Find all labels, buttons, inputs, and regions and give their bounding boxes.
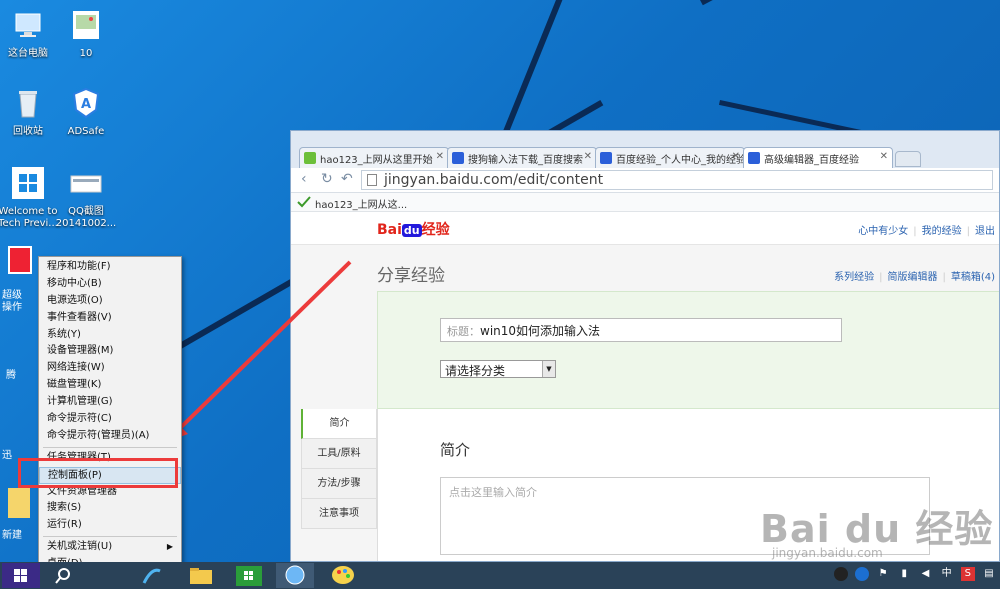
- folder-icon[interactable]: [8, 488, 30, 518]
- menu-item-shutdown[interactable]: 关机或注销(U) ▶: [39, 539, 181, 556]
- taskbar-explorer[interactable]: [182, 563, 220, 588]
- tab-advanced-editor[interactable]: 高级编辑器_百度经验 ✕: [743, 147, 893, 168]
- menu-item-network[interactable]: 网络连接(W): [39, 360, 181, 377]
- address-bar[interactable]: jingyan.baidu.com/edit/content: [361, 170, 993, 190]
- browser-globe-icon: [285, 565, 305, 585]
- adsafe-tray-icon[interactable]: [854, 567, 869, 581]
- image-file-icon: [73, 11, 99, 39]
- menu-item-computer-management[interactable]: 计算机管理(G): [39, 394, 181, 411]
- menu-separator: [43, 536, 177, 538]
- tab-notes[interactable]: 注意事项: [301, 499, 377, 529]
- simple-editor-link[interactable]: 简版编辑器: [887, 272, 937, 283]
- start-button[interactable]: [2, 563, 40, 588]
- menu-item-command-prompt[interactable]: 命令提示符(C): [39, 411, 181, 428]
- volume-icon[interactable]: ◀: [918, 567, 932, 581]
- hao123-icon: [297, 196, 311, 208]
- baidu-paw-icon: [600, 152, 612, 164]
- windows-logo-icon: [12, 167, 44, 199]
- desktop-icon-adsafe[interactable]: A ADSafe: [46, 86, 126, 138]
- menu-item-disk-management[interactable]: 磁盘管理(K): [39, 377, 181, 394]
- bookmarks-bar: hao123_上网从这...: [291, 193, 999, 212]
- taskbar: ⚑ ▮ ◀ 中 S ▤: [0, 562, 1000, 589]
- category-select[interactable]: 请选择分类 ▼: [440, 360, 556, 378]
- series-link[interactable]: 系列经验: [834, 272, 874, 283]
- wallpaper-beam: [700, 0, 1000, 6]
- tab-hao123[interactable]: hao123_上网从这里开始 ✕: [299, 147, 449, 168]
- close-icon[interactable]: ✕: [436, 151, 444, 162]
- menu-item-search[interactable]: 搜索(S): [39, 500, 181, 517]
- palette-icon: [332, 566, 354, 584]
- ime-indicator[interactable]: 中: [940, 567, 954, 581]
- username-link[interactable]: 心中有少女: [858, 226, 908, 237]
- desktop-icon-partial[interactable]: [8, 246, 32, 274]
- system-tray: ⚑ ▮ ◀ 中 S ▤: [830, 567, 996, 585]
- menu-item-mobility-center[interactable]: 移动中心(B): [39, 276, 181, 293]
- tab-steps[interactable]: 方法/步骤: [301, 469, 377, 499]
- menu-separator: [43, 446, 177, 448]
- folder-icon: [190, 568, 212, 584]
- annotation-highlight-box: [18, 458, 178, 488]
- logout-link[interactable]: 退出: [975, 226, 995, 237]
- search-icon: [55, 568, 70, 584]
- chevron-down-icon: ▼: [542, 361, 555, 377]
- desktop-icon-qq-screenshot[interactable]: QQ截图 20141002...: [46, 166, 126, 230]
- baidu-paw-icon: [452, 152, 464, 164]
- recycle-bin-icon: [19, 91, 37, 118]
- computer-icon: [15, 13, 41, 37]
- notification-icon[interactable]: ▤: [982, 567, 996, 581]
- site-header: Bai du 经验 心中有少女 | 我的经验 | 退出: [291, 213, 999, 245]
- taskbar-ie[interactable]: [132, 563, 170, 588]
- drafts-link[interactable]: 草稿箱(4): [951, 272, 995, 283]
- desktop-icon-10[interactable]: 10: [46, 8, 126, 60]
- flag-icon[interactable]: ⚑: [876, 567, 890, 581]
- windows-logo-icon: [14, 569, 27, 582]
- store-icon: [236, 566, 262, 586]
- hao123-icon: [304, 152, 316, 164]
- editor-header-panel: 标题：win10如何添加输入法 请选择分类 ▼: [377, 291, 999, 409]
- menu-item-run[interactable]: 运行(R): [39, 517, 181, 534]
- tab-bar: hao123_上网从这里开始 ✕ 搜狗输入法下载_百度搜索 ✕ 百度经验_个人中…: [291, 131, 999, 168]
- taskbar-store[interactable]: [230, 563, 268, 588]
- context-menu: 程序和功能(F) 移动中心(B) 电源选项(O) 事件查看器(V) 系统(Y) …: [38, 256, 182, 576]
- network-icon[interactable]: ▮: [897, 567, 911, 581]
- close-icon[interactable]: ✕: [584, 151, 592, 162]
- ie-icon: [142, 568, 161, 584]
- editor-links: 系列经验 | 简版编辑器 | 草稿箱(4): [834, 272, 995, 283]
- adsafe-icon: A: [72, 87, 100, 119]
- page-title: 分享经验: [377, 266, 445, 286]
- annotation-arrow: [166, 260, 352, 442]
- taskbar-paint[interactable]: [324, 563, 362, 588]
- navigation-bar: ‹ ↻ ↶ jingyan.baidu.com/edit/content: [291, 168, 999, 193]
- tab-sogou[interactable]: 搜狗输入法下载_百度搜索 ✕: [447, 147, 597, 168]
- svg-text:A: A: [81, 97, 91, 112]
- refresh-icon[interactable]: ↻: [321, 171, 333, 187]
- bookmark-hao123[interactable]: hao123_上网从这...: [315, 200, 407, 211]
- menu-item-command-prompt-admin[interactable]: 命令提示符(管理员)(A): [39, 428, 181, 445]
- screenshot-file-icon: [70, 175, 102, 193]
- baidu-jingyan-logo[interactable]: Bai du 经验: [377, 219, 450, 239]
- chevron-right-icon: ▶: [166, 542, 173, 552]
- search-button[interactable]: [44, 563, 82, 588]
- undo-icon[interactable]: ↶: [341, 171, 353, 187]
- qq-icon[interactable]: [833, 567, 848, 581]
- menu-item-system[interactable]: 系统(Y): [39, 327, 181, 344]
- page-icon: [367, 174, 377, 186]
- sogou-ime-icon[interactable]: S: [960, 567, 975, 581]
- my-experience-link[interactable]: 我的经验: [922, 226, 962, 237]
- menu-item-device-manager[interactable]: 设备管理器(M): [39, 343, 181, 360]
- intro-heading: 简介: [440, 441, 471, 459]
- baidu-watermark: Bai du 经验 jingyan.baidu.com: [760, 507, 994, 560]
- new-tab-button[interactable]: [895, 151, 921, 167]
- close-icon[interactable]: ✕: [880, 151, 888, 162]
- tab-baidu-jingyan-profile[interactable]: 百度经验_个人中心_我的经验 ✕: [595, 147, 745, 168]
- back-icon[interactable]: ‹: [301, 171, 307, 187]
- close-icon[interactable]: ✕: [732, 151, 740, 162]
- menu-item-event-viewer[interactable]: 事件查看器(V): [39, 310, 181, 327]
- menu-item-power-options[interactable]: 电源选项(O): [39, 293, 181, 310]
- user-links: 心中有少女 | 我的经验 | 退出: [858, 226, 995, 237]
- menu-item-programs[interactable]: 程序和功能(F): [39, 259, 181, 276]
- taskbar-browser[interactable]: [276, 563, 314, 588]
- baidu-paw-icon: [748, 152, 760, 164]
- title-input[interactable]: 标题：win10如何添加输入法: [440, 318, 842, 342]
